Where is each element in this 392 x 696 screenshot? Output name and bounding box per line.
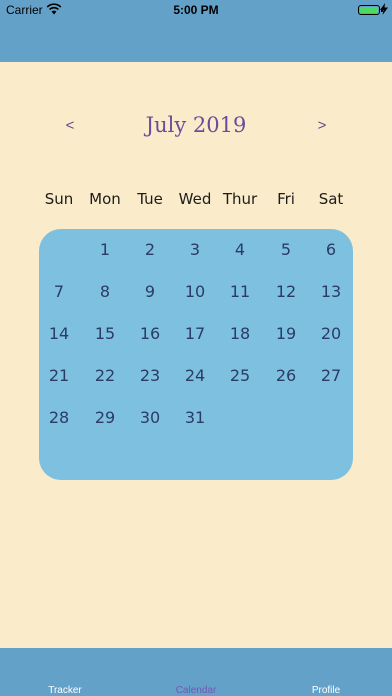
weekday-label: Mon xyxy=(89,190,121,208)
day-cell[interactable]: 5 xyxy=(266,234,306,266)
status-bar: Carrier 5:00 PM xyxy=(0,0,392,22)
weekday-label: Fri xyxy=(277,190,295,208)
day-cell[interactable]: 9 xyxy=(130,276,170,308)
calendar-grid xyxy=(39,229,353,480)
day-cell[interactable]: 22 xyxy=(85,360,125,392)
day-cell[interactable]: 24 xyxy=(175,360,215,392)
day-cell[interactable]: 23 xyxy=(130,360,170,392)
weekday-label: Sat xyxy=(318,190,344,208)
next-month-button[interactable]: > xyxy=(310,113,334,137)
battery-icon xyxy=(358,5,383,15)
day-cell[interactable]: 30 xyxy=(130,402,170,434)
day-cell[interactable]: 20 xyxy=(311,318,351,350)
day-cell[interactable]: 10 xyxy=(175,276,215,308)
day-cell[interactable]: 21 xyxy=(39,360,79,392)
month-title: July 2019 xyxy=(145,113,247,137)
day-cell[interactable]: 28 xyxy=(39,402,79,434)
weekday-label: Sun xyxy=(44,190,74,208)
tab-calendar[interactable]: Calendar xyxy=(156,685,236,696)
tab-tracker[interactable]: Tracker xyxy=(25,685,105,696)
tab-profile[interactable]: Profile xyxy=(286,685,366,696)
weekday-label: Tue xyxy=(137,190,163,208)
day-cell[interactable]: 11 xyxy=(220,276,260,308)
day-cell[interactable]: 25 xyxy=(220,360,260,392)
day-cell[interactable]: 3 xyxy=(175,234,215,266)
day-cell[interactable]: 26 xyxy=(266,360,306,392)
status-time: 5:00 PM xyxy=(173,3,219,17)
previous-month-button[interactable]: < xyxy=(58,113,82,137)
day-cell[interactable]: 7 xyxy=(39,276,79,308)
weekday-label: Wed xyxy=(178,190,212,208)
day-cell[interactable]: 29 xyxy=(85,402,125,434)
day-cell[interactable]: 18 xyxy=(220,318,260,350)
day-cell[interactable]: 15 xyxy=(85,318,125,350)
day-cell[interactable]: 4 xyxy=(220,234,260,266)
day-cell[interactable]: 19 xyxy=(266,318,306,350)
day-cell[interactable]: 8 xyxy=(85,276,125,308)
day-cell[interactable]: 13 xyxy=(311,276,351,308)
day-cell[interactable]: 2 xyxy=(130,234,170,266)
day-cell[interactable]: 17 xyxy=(175,318,215,350)
day-cell[interactable]: 1 xyxy=(85,234,125,266)
day-cell[interactable]: 14 xyxy=(39,318,79,350)
charging-bolt-icon xyxy=(380,3,388,15)
day-cell[interactable]: 16 xyxy=(130,318,170,350)
day-cell[interactable]: 6 xyxy=(311,234,351,266)
weekday-label: Thur xyxy=(222,190,258,208)
day-cell[interactable]: 27 xyxy=(311,360,351,392)
day-cell[interactable]: 12 xyxy=(266,276,306,308)
day-cell[interactable]: 31 xyxy=(175,402,215,434)
